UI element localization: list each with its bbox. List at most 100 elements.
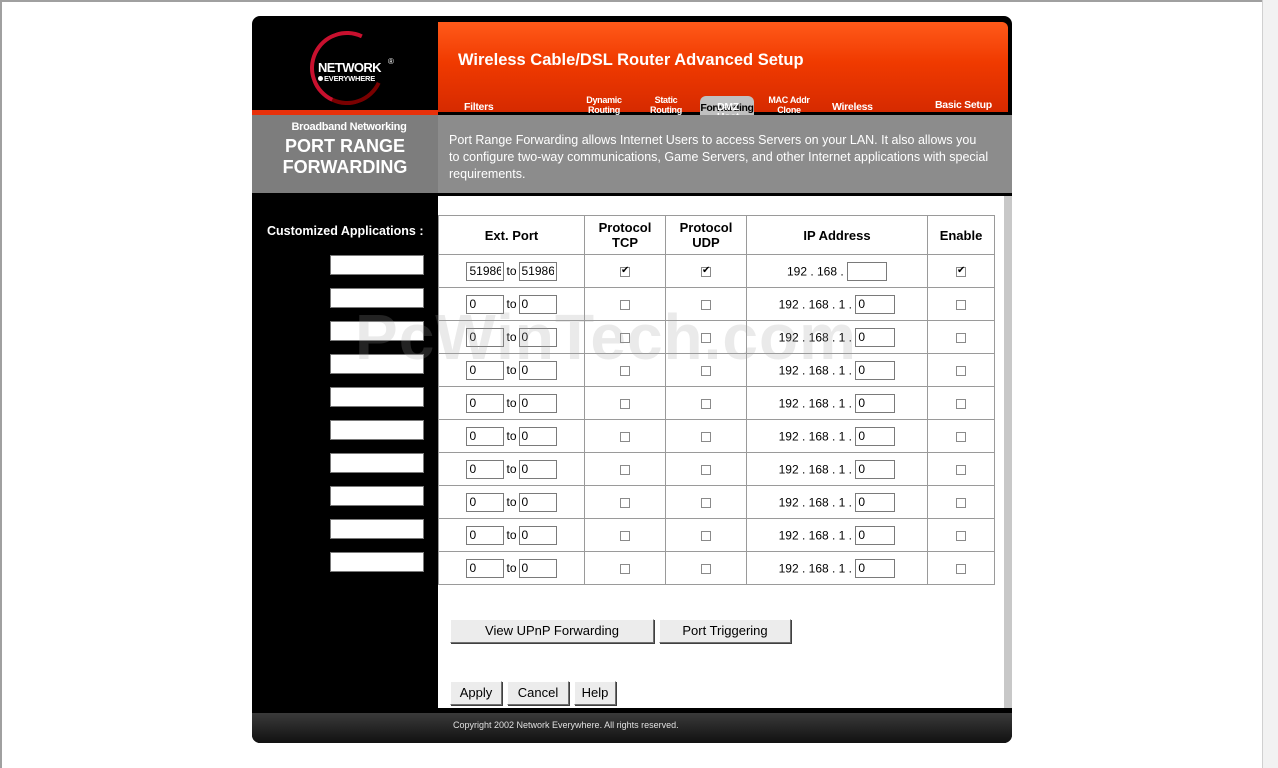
table-row: to 192 . 168 . 1 . xyxy=(438,386,995,420)
app-name-input-5[interactable] xyxy=(330,387,424,407)
enable-checkbox[interactable] xyxy=(956,530,966,541)
port-to-input[interactable] xyxy=(518,558,557,578)
enable-checkbox[interactable] xyxy=(956,265,966,277)
port-to-input[interactable] xyxy=(518,327,557,347)
udp-checkbox[interactable] xyxy=(701,563,711,574)
tcp-checkbox[interactable] xyxy=(620,299,630,310)
port-from-input[interactable] xyxy=(466,327,505,347)
to-label: to xyxy=(506,330,517,344)
tab-dynamic-routing-line2: Routing xyxy=(588,105,620,115)
udp-checkbox[interactable] xyxy=(701,365,711,376)
tcp-cell xyxy=(584,353,666,387)
to-label: to xyxy=(506,429,517,443)
app-name-input-4[interactable] xyxy=(330,354,424,374)
udp-checkbox[interactable] xyxy=(701,299,711,310)
app-name-input-8[interactable] xyxy=(330,486,424,506)
ip-cell: 192 . 168 . 1 . xyxy=(746,485,928,519)
enable-checkbox[interactable] xyxy=(956,497,966,508)
ip-cell: 192 . 168 . 1 . xyxy=(746,452,928,486)
tcp-checkbox[interactable] xyxy=(620,431,630,442)
port-to-input[interactable] xyxy=(518,459,557,479)
tab-static-routing[interactable]: Static Routing xyxy=(646,95,686,115)
port-to-input[interactable] xyxy=(518,492,557,512)
port-from-input[interactable] xyxy=(466,261,505,281)
tcp-cell xyxy=(584,452,666,486)
apply-button[interactable]: Apply xyxy=(450,681,502,705)
tab-mac-addr-clone-line2: Clone xyxy=(777,105,801,115)
enable-checkbox[interactable] xyxy=(956,563,966,574)
enable-checkbox[interactable] xyxy=(956,464,966,475)
col-tcp-line2: TCP xyxy=(612,235,638,250)
port-to-input[interactable] xyxy=(518,426,557,446)
tab-basic-setup[interactable]: Basic Setup xyxy=(935,100,992,111)
port-to-input[interactable] xyxy=(518,294,557,314)
port-from-input[interactable] xyxy=(466,393,505,413)
ip-last-octet-input[interactable] xyxy=(855,360,896,380)
app-name-input-2[interactable] xyxy=(330,288,424,308)
ip-last-octet-input[interactable] xyxy=(847,261,888,281)
tcp-checkbox[interactable] xyxy=(620,464,630,475)
enable-checkbox[interactable] xyxy=(956,332,966,343)
tab-mac-addr-clone[interactable]: MAC Addr Clone xyxy=(765,95,813,115)
ip-last-octet-input[interactable] xyxy=(855,426,896,446)
port-to-input[interactable] xyxy=(518,393,557,413)
app-name-input-1[interactable] xyxy=(330,255,424,275)
port-to-input[interactable] xyxy=(518,261,557,281)
cancel-button[interactable]: Cancel xyxy=(507,681,569,705)
logo-registered-mark: ® xyxy=(388,57,394,66)
udp-checkbox[interactable] xyxy=(701,431,711,442)
enable-checkbox[interactable] xyxy=(956,431,966,442)
help-button[interactable]: Help xyxy=(574,681,616,705)
port-from-input[interactable] xyxy=(466,426,505,446)
tcp-checkbox[interactable] xyxy=(620,265,630,277)
tcp-checkbox[interactable] xyxy=(620,530,630,541)
vertical-scrollbar[interactable] xyxy=(1262,0,1278,768)
ip-last-octet-input[interactable] xyxy=(855,294,896,314)
app-name-input-9[interactable] xyxy=(330,519,424,539)
ip-last-octet-input[interactable] xyxy=(855,492,896,512)
port-triggering-button[interactable]: Port Triggering xyxy=(659,619,791,643)
port-to-input[interactable] xyxy=(518,525,557,545)
tcp-checkbox[interactable] xyxy=(620,563,630,574)
udp-checkbox[interactable] xyxy=(701,530,711,541)
tab-dynamic-routing[interactable]: Dynamic Routing xyxy=(584,95,624,115)
ip-last-octet-input[interactable] xyxy=(855,558,896,578)
tcp-checkbox[interactable] xyxy=(620,398,630,409)
udp-checkbox[interactable] xyxy=(701,265,711,277)
header-title: Wireless Cable/DSL Router Advanced Setup xyxy=(458,51,804,69)
app-name-input-10[interactable] xyxy=(330,552,424,572)
col-enable: Enable xyxy=(927,215,995,255)
port-from-input[interactable] xyxy=(466,459,505,479)
port-to-input[interactable] xyxy=(518,360,557,380)
ip-prefix: 192 . 168 . 1 . xyxy=(778,396,853,410)
tab-filters[interactable]: Filters xyxy=(464,102,494,113)
ip-last-octet-input[interactable] xyxy=(855,525,896,545)
tcp-checkbox[interactable] xyxy=(620,365,630,376)
udp-checkbox[interactable] xyxy=(701,497,711,508)
app-name-input-6[interactable] xyxy=(330,420,424,440)
enable-cell xyxy=(927,518,995,552)
app-name-input-3[interactable] xyxy=(330,321,424,341)
tcp-checkbox[interactable] xyxy=(620,497,630,508)
enable-checkbox[interactable] xyxy=(956,365,966,376)
ip-last-octet-input[interactable] xyxy=(855,393,896,413)
app-name-input-7[interactable] xyxy=(330,453,424,473)
port-from-input[interactable] xyxy=(466,558,505,578)
port-from-input[interactable] xyxy=(466,492,505,512)
enable-checkbox[interactable] xyxy=(956,299,966,310)
udp-checkbox[interactable] xyxy=(701,332,711,343)
udp-checkbox[interactable] xyxy=(701,398,711,409)
view-upnp-forwarding-button[interactable]: View UPnP Forwarding xyxy=(450,619,654,643)
table-row: to 192 . 168 . 1 . xyxy=(438,287,995,321)
tcp-checkbox[interactable] xyxy=(620,332,630,343)
tab-wireless[interactable]: Wireless xyxy=(832,102,873,113)
ip-last-octet-input[interactable] xyxy=(855,327,896,347)
udp-cell xyxy=(665,452,747,486)
ip-last-octet-input[interactable] xyxy=(855,459,896,479)
enable-cell xyxy=(927,353,995,387)
port-from-input[interactable] xyxy=(466,525,505,545)
port-from-input[interactable] xyxy=(466,294,505,314)
udp-checkbox[interactable] xyxy=(701,464,711,475)
enable-checkbox[interactable] xyxy=(956,398,966,409)
port-from-input[interactable] xyxy=(466,360,505,380)
